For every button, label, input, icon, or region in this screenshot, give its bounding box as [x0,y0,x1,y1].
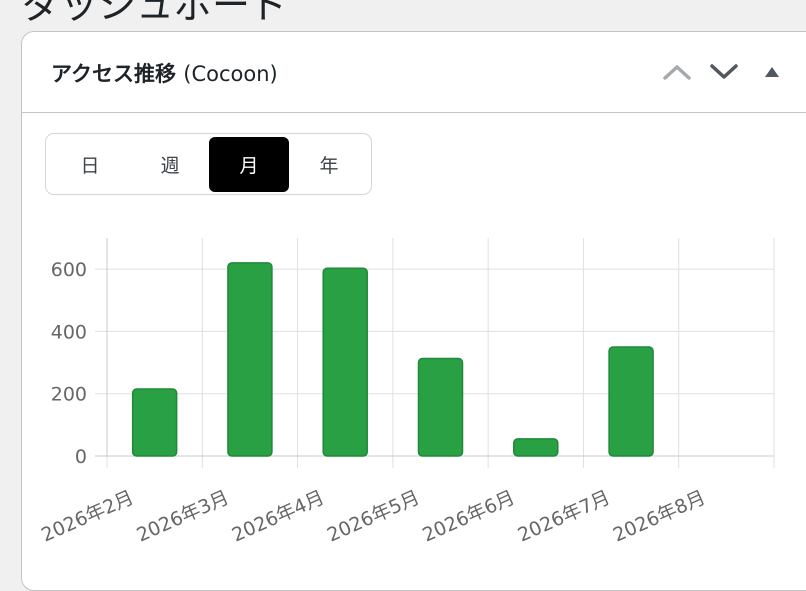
triangle-up-icon [765,67,779,77]
x-tick-label: 2026年5月 [324,486,423,546]
page-title: ダッシュボード [22,0,289,27]
widget-title-text: アクセス推移 [51,62,176,86]
x-tick-label: 2026年6月 [419,486,518,546]
widget-header: アクセス推移 (Cocoon) [22,32,806,113]
x-tick-label: 2026年7月 [515,486,614,546]
x-tick-label: 2026年3月 [133,486,232,546]
x-tick-label: 2026年4月 [229,486,328,546]
y-tick-label: 400 [51,321,87,343]
toggle-panel-button[interactable] [754,54,790,90]
chevron-up-icon [663,65,691,80]
x-tick-label: 2026年8月 [610,486,709,546]
access-trend-widget: アクセス推移 (Cocoon) 日 週 月 年 0 200 400 600 2026年2… [21,31,806,591]
bar-2026年4月 [322,267,368,457]
bar-2026年5月 [417,357,464,457]
bar-2026年6月 [513,438,559,457]
widget-title: アクセス推移 (Cocoon) [51,58,278,88]
widget-title-suffix: (Cocoon) [183,62,278,86]
chevron-down-icon [710,64,738,79]
tab-month[interactable]: 月 [209,137,289,192]
move-down-button[interactable] [706,54,742,90]
access-bar-chart: 02004006002026年2月2026年3月2026年4月2026年5月20… [38,238,775,547]
tab-day[interactable]: 日 [50,137,130,192]
x-tick-label: 2026年2月 [38,486,137,546]
move-up-button[interactable] [659,54,695,90]
tab-week[interactable]: 週 [130,137,210,192]
y-tick-label: 200 [51,384,87,406]
bar-2026年3月 [227,262,273,457]
period-selector: 日 週 月 年 [45,133,372,195]
tab-year[interactable]: 年 [289,137,369,192]
y-tick-label: 600 [51,259,87,281]
bar-2026年2月 [131,388,178,457]
y-tick-label: 0 [75,446,87,468]
bar-2026年7月 [608,346,654,457]
